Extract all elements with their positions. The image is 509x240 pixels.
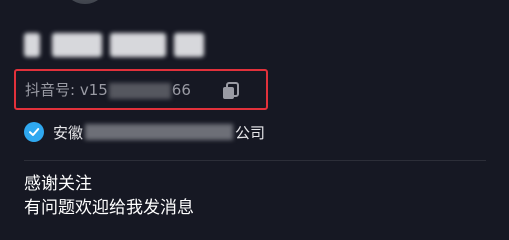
bio: 感谢关注 有问题欢迎给我发消息 bbox=[24, 172, 194, 220]
copy-icon[interactable] bbox=[222, 82, 240, 100]
redaction-block bbox=[174, 33, 204, 57]
bio-line: 感谢关注 bbox=[24, 174, 92, 194]
company-name: 安徽 公司 bbox=[53, 122, 265, 143]
douyin-id-suffix: 66 bbox=[171, 81, 191, 99]
redaction-block bbox=[24, 33, 40, 57]
profile-panel: 抖音号: v15 66 安徽 公司 感谢关注 有问题欢迎给我发消息 bbox=[0, 0, 509, 228]
redaction-block bbox=[110, 33, 166, 57]
avatar[interactable] bbox=[62, 0, 108, 4]
nickname-redacted bbox=[18, 30, 206, 60]
company-name-prefix: 安徽 bbox=[53, 123, 84, 142]
redaction-block bbox=[52, 33, 102, 57]
company-name-suffix: 公司 bbox=[235, 123, 266, 142]
company-name-redaction bbox=[85, 124, 234, 140]
douyin-id[interactable]: 抖音号: v15 66 bbox=[25, 80, 191, 100]
bio-line: 有问题欢迎给我发消息 bbox=[24, 198, 194, 218]
divider bbox=[24, 160, 486, 161]
douyin-id-highlight: 抖音号: v15 66 bbox=[14, 69, 268, 110]
douyin-id-redaction bbox=[108, 82, 171, 99]
douyin-id-prefix: 抖音号: v15 bbox=[25, 81, 108, 99]
enterprise-verification: 安徽 公司 bbox=[24, 121, 265, 143]
verified-check-icon bbox=[24, 122, 44, 142]
